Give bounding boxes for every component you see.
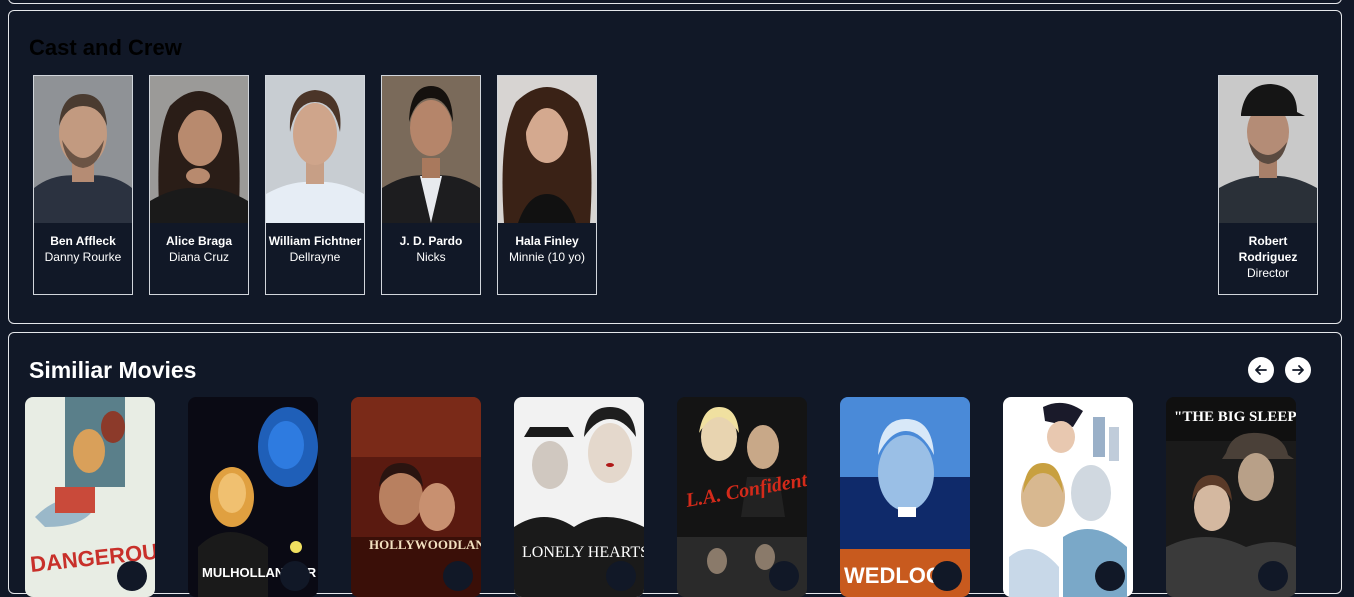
cast-name: Ben Affleck bbox=[50, 234, 116, 248]
movie-card-lonely-hearts[interactable]: LONELY HEARTS bbox=[514, 397, 644, 597]
play-button[interactable] bbox=[443, 561, 473, 591]
cast-card-alice-braga[interactable]: Alice Braga Diana Cruz bbox=[149, 75, 249, 295]
cast-card-ben-affleck[interactable]: Ben Affleck Danny Rourke bbox=[33, 75, 133, 295]
similar-section-title: Similiar Movies bbox=[29, 357, 197, 383]
cast-card-jd-pardo[interactable]: J. D. Pardo Nicks bbox=[381, 75, 481, 295]
play-button[interactable] bbox=[117, 561, 147, 591]
poster-title: HOLLYWOODLAND bbox=[369, 537, 481, 552]
cast-role: Diana Cruz bbox=[168, 250, 230, 264]
play-button[interactable] bbox=[280, 561, 310, 591]
cast-photo bbox=[34, 76, 132, 223]
cast-card-robert-rodriguez[interactable]: Robert Rodriguez Director bbox=[1218, 75, 1318, 295]
prev-button[interactable] bbox=[1248, 357, 1274, 383]
cast-photo bbox=[266, 76, 364, 223]
play-button[interactable] bbox=[1095, 561, 1125, 591]
play-button[interactable] bbox=[769, 561, 799, 591]
arrow-right-icon bbox=[1292, 365, 1304, 375]
cast-photo bbox=[382, 76, 480, 223]
cast-and-crew-section: Cast and Crew Ben Affleck Danny Rourke A… bbox=[8, 10, 1342, 324]
cast-role: Minnie (10 yo) bbox=[508, 250, 586, 264]
movie-card-wedlock[interactable]: WEDLOCK bbox=[840, 397, 970, 597]
cast-role: Director bbox=[1246, 266, 1289, 280]
cast-photo bbox=[1219, 76, 1317, 223]
cast-card-william-fichtner[interactable]: William Fichtner Dellrayne bbox=[265, 75, 365, 295]
poster-title: "THE BIG SLEEP" bbox=[1174, 409, 1296, 425]
cast-role: Dellrayne bbox=[289, 250, 341, 264]
cast-role: Nicks bbox=[416, 250, 446, 264]
cast-name: J. D. Pardo bbox=[399, 234, 463, 248]
cast-name: Alice Braga bbox=[165, 234, 233, 248]
movie-card-illustrated[interactable] bbox=[1003, 397, 1133, 597]
movie-card-mulholland-dr[interactable]: MULHOLLAND DR bbox=[188, 397, 318, 597]
cast-section-title: Cast and Crew bbox=[29, 35, 182, 60]
cast-name: Robert Rodriguez bbox=[1238, 234, 1298, 264]
cast-photo bbox=[498, 76, 596, 223]
play-button[interactable] bbox=[1258, 561, 1288, 591]
movie-card-hollywoodland[interactable]: HOLLYWOODLAND bbox=[351, 397, 481, 597]
movie-card-dangerous-cargo[interactable]: DANGEROUS CARGO bbox=[25, 397, 155, 597]
movie-card-la-confidential[interactable]: L.A. Confidential bbox=[677, 397, 807, 597]
cast-role: Danny Rourke bbox=[44, 250, 122, 264]
play-button[interactable] bbox=[606, 561, 636, 591]
cast-photo bbox=[150, 76, 248, 223]
previous-section-panel bbox=[8, 0, 1342, 4]
play-button[interactable] bbox=[932, 561, 962, 591]
next-button[interactable] bbox=[1285, 357, 1311, 383]
cast-name: William Fichtner bbox=[268, 234, 362, 248]
cast-name: Hala Finley bbox=[515, 234, 579, 248]
poster-title: LONELY HEARTS bbox=[522, 544, 644, 561]
arrow-left-icon bbox=[1255, 365, 1267, 375]
cast-card-hala-finley[interactable]: Hala Finley Minnie (10 yo) bbox=[497, 75, 597, 295]
similar-movies-section: Similiar Movies DANGEROUS CARGO bbox=[8, 332, 1342, 597]
movie-card-the-big-sleep[interactable]: "THE BIG SLEEP" bbox=[1166, 397, 1296, 597]
